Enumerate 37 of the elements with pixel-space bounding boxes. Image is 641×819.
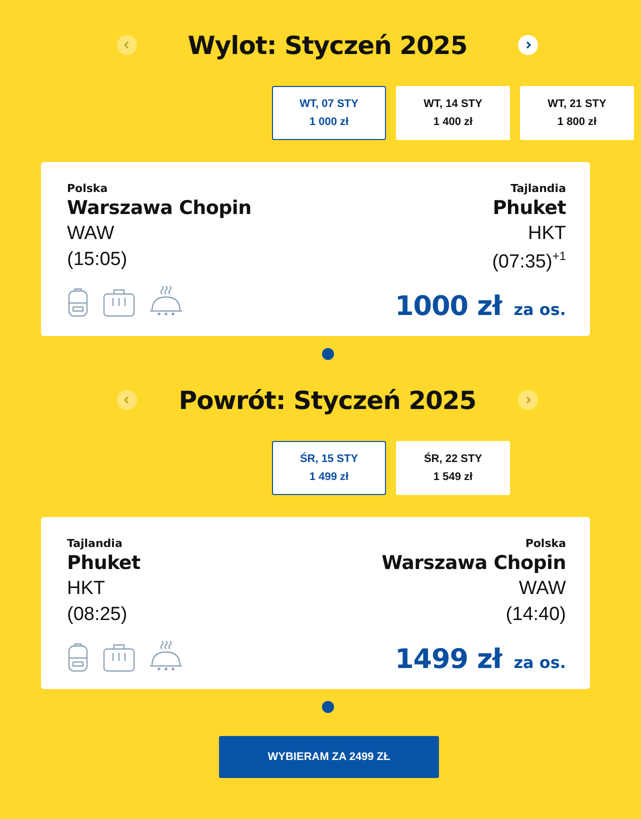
meal-cloche-icon [149,285,183,317]
date-tab[interactable]: WT, 21 STY 1 800 zł [520,86,634,140]
next-month-button[interactable] [518,35,538,55]
date-tab[interactable]: ŚR, 22 STY 1 549 zł [396,441,510,496]
flight-price: 1000 zł [394,291,502,322]
arrival-time: (07:35)$^{+1}$ [492,249,566,274]
pager-dot [322,701,334,714]
date-tab[interactable]: ŚR, 15 STY 1 499 zł [272,441,386,496]
date-tab[interactable]: WT, 14 STY 1 400 zł [396,86,510,140]
confirm-button[interactable]: WYBIERAM ZA 2499 ZŁ [219,736,439,778]
backpack-icon [67,287,89,317]
suitcase-icon [103,644,135,672]
destination-country: Tajlandia [510,182,566,195]
destination-country: Polska [525,537,566,550]
origin-code: WAW [67,223,116,245]
backpack-icon [67,642,89,672]
per-person-label: za os. [514,653,566,672]
suitcase-icon [103,289,135,317]
pager-dot [322,348,334,360]
destination-airport: Phuket [492,197,566,219]
flight-price: 1499 zł [394,644,502,676]
month-title: Wylot: Styczeń 2025 [188,30,468,60]
destination-code: HKT [528,223,566,245]
origin-airport: Phuket [67,552,142,574]
meal-cloche-icon [149,640,183,672]
departure-time: (15:05) [67,249,128,271]
date-tab[interactable]: WT, 07 STY 1 000 zł [272,86,386,140]
month-title: Powrót: Styczeń 2025 [178,386,476,415]
origin-country: Tajlandia [67,537,124,550]
destination-code: WAW [518,578,566,600]
per-person-label: za os. [514,300,566,320]
origin-country: Polska [67,182,109,195]
arrival-time: (14:40) [506,604,566,626]
departure-time: (08:25) [67,604,128,626]
destination-airport: Warszawa Chopin [382,552,566,574]
origin-airport: Warszawa Chopin [67,197,252,219]
origin-code: HKT [67,578,106,600]
